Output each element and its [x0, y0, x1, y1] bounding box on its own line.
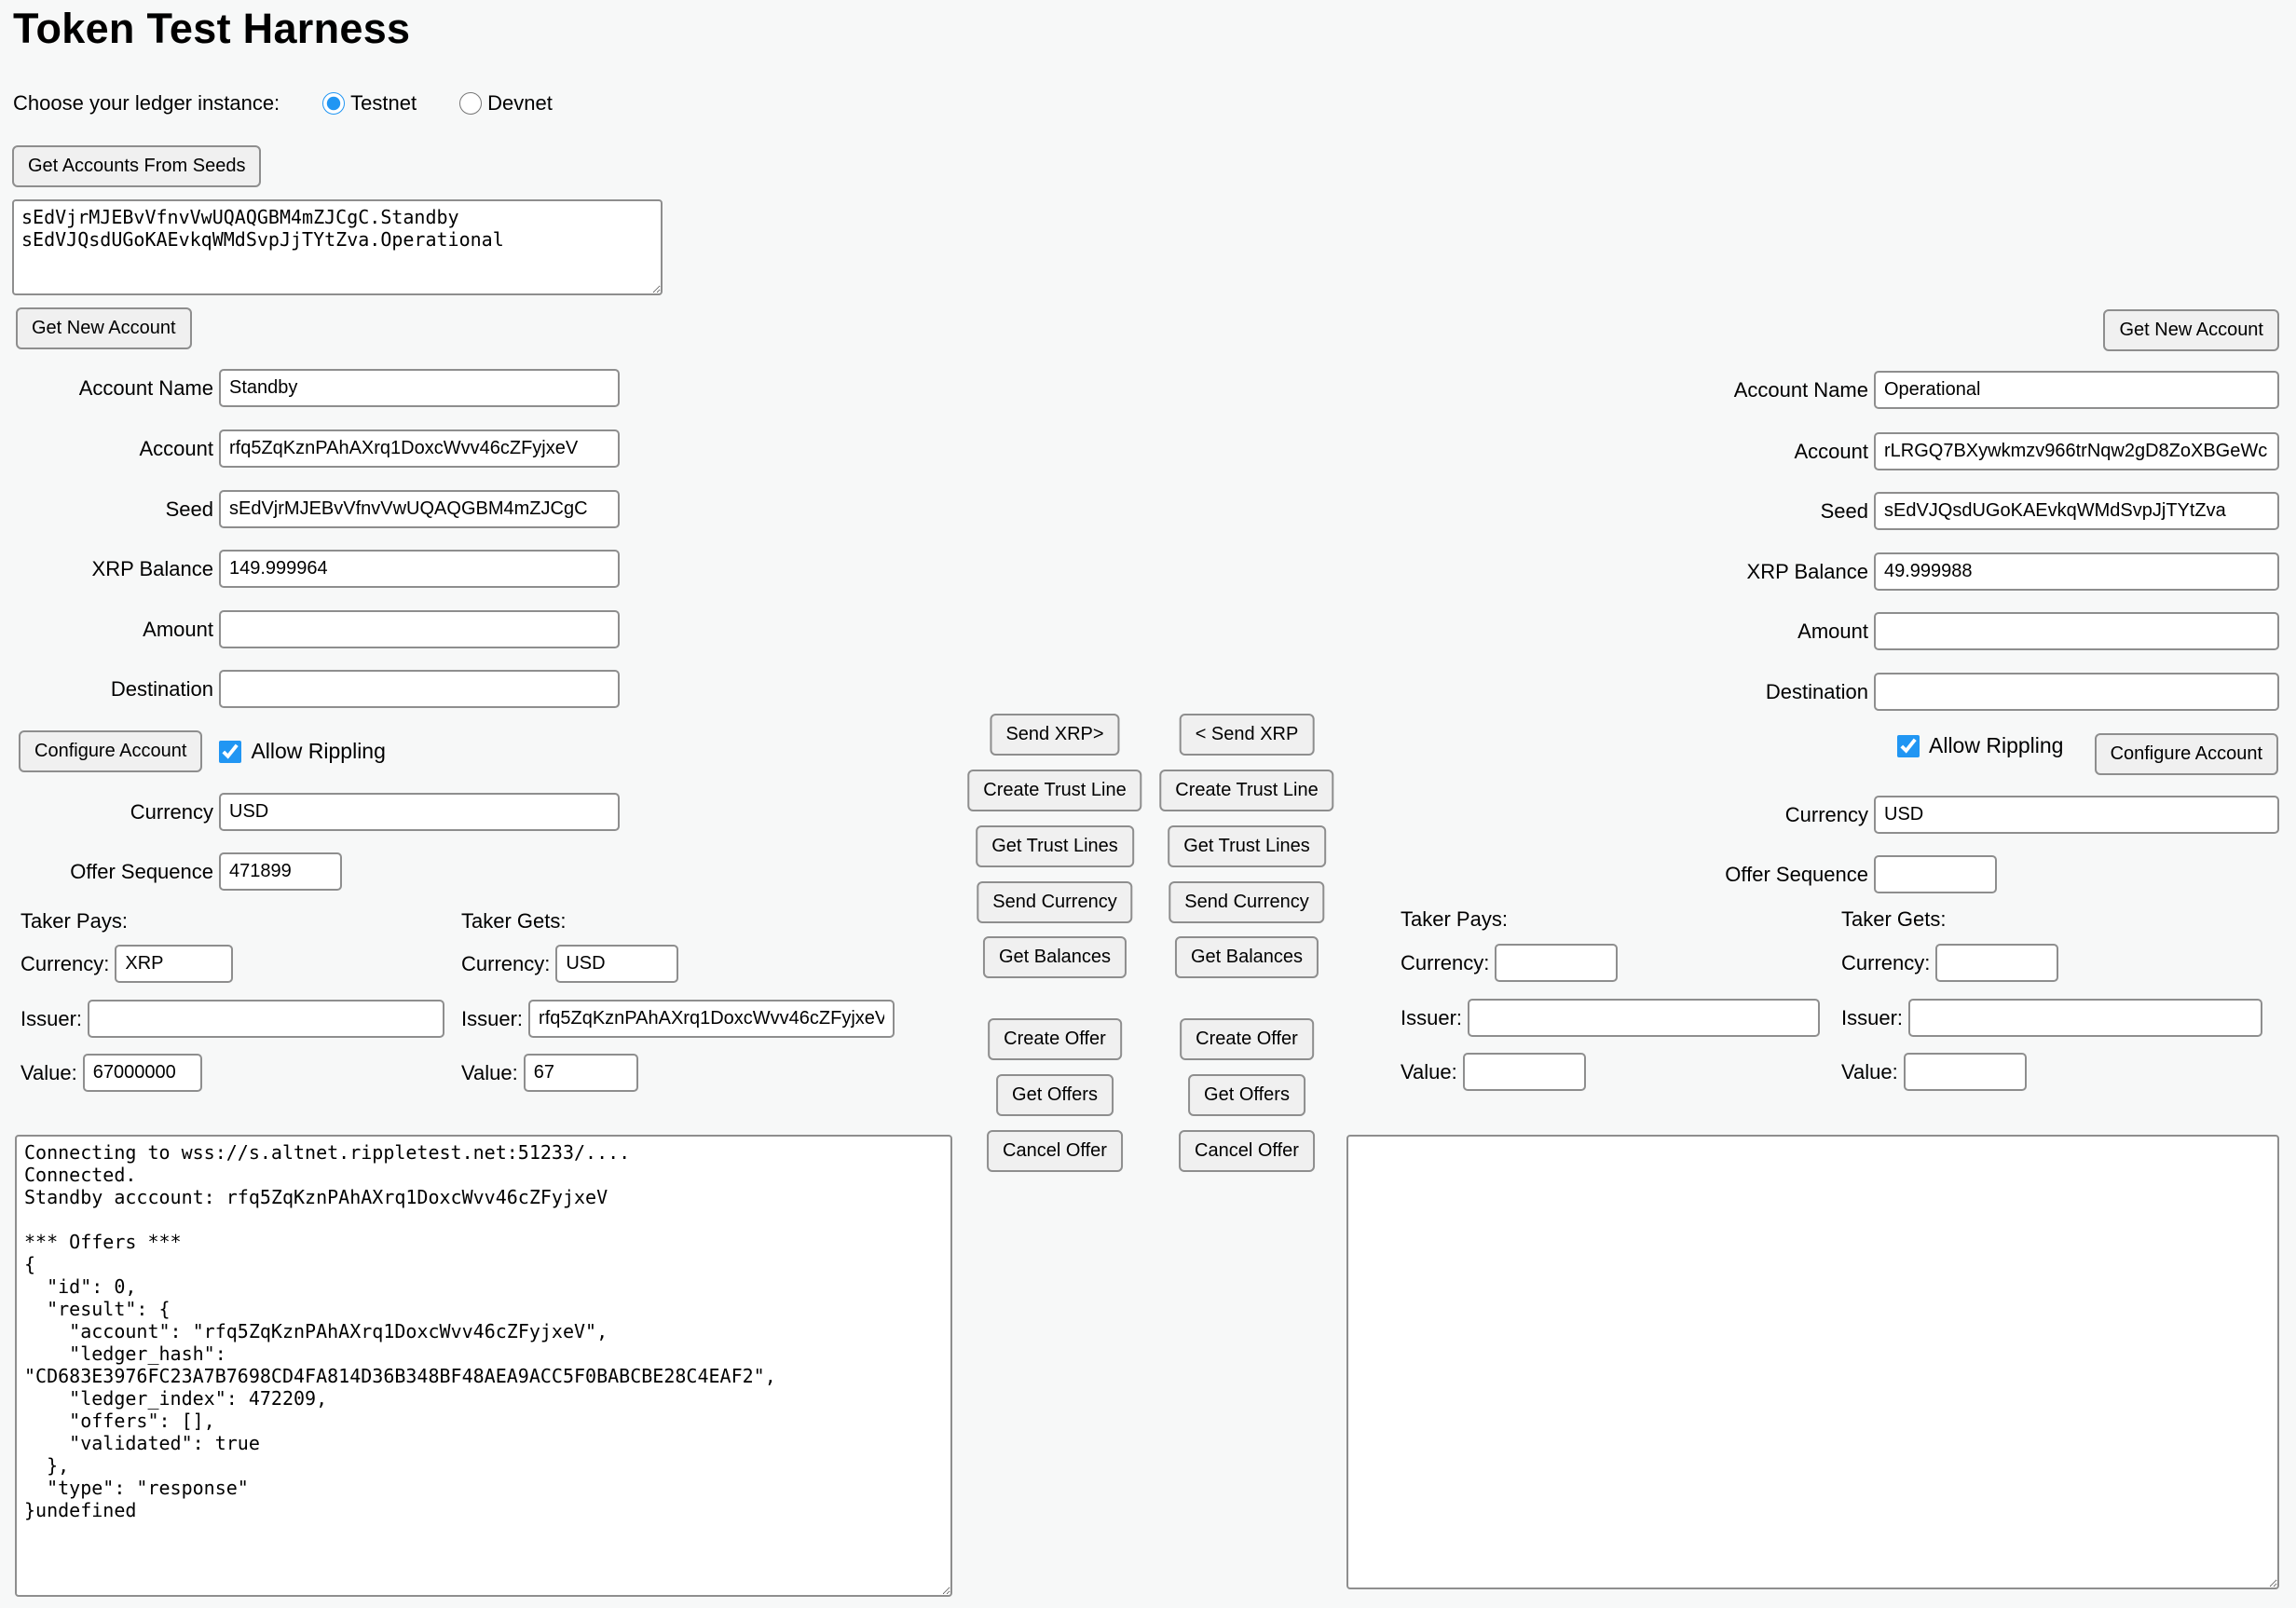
devnet-radio-label[interactable]: Devnet — [487, 91, 553, 116]
standby-seed-label: Seed — [13, 497, 213, 522]
operational-taker-gets-currency-label: Currency: — [1841, 951, 1930, 975]
operational-destination-label: Destination — [1668, 680, 1868, 704]
operational-get-new-account-button[interactable]: Get New Account — [2103, 309, 2279, 351]
standby-taker-pays-heading: Taker Pays: — [20, 909, 128, 933]
standby-create-offer-button[interactable]: Create Offer — [988, 1018, 1122, 1060]
operational-taker-gets-issuer-label: Issuer: — [1841, 1006, 1903, 1030]
standby-taker-gets-issuer-input[interactable] — [528, 1000, 895, 1038]
standby-currency-label: Currency — [13, 800, 213, 824]
standby-offer-sequence-input[interactable] — [219, 852, 342, 891]
operational-send-currency-button[interactable]: Send Currency — [1168, 881, 1324, 923]
token-test-harness-page: Token Test Harness Choose your ledger in… — [0, 0, 2296, 1608]
operational-get-balances-button[interactable]: Get Balances — [1175, 936, 1319, 978]
operational-allow-rippling-checkbox[interactable] — [1897, 735, 1920, 757]
operational-taker-gets-issuer-input[interactable] — [1908, 999, 2262, 1037]
standby-configure-account-button[interactable]: Configure Account — [19, 730, 202, 772]
standby-taker-pays-currency-label: Currency: — [20, 952, 109, 976]
standby-create-trust-line-button[interactable]: Create Trust Line — [967, 770, 1141, 811]
operational-taker-gets-currency-input[interactable] — [1935, 944, 2058, 982]
standby-taker-pays-issuer-input[interactable] — [88, 1000, 444, 1038]
standby-account-input[interactable] — [219, 429, 620, 468]
operational-xrp-balance-label: XRP Balance — [1668, 560, 1868, 584]
standby-taker-gets-value-label: Value: — [461, 1061, 518, 1085]
standby-xrp-balance-input[interactable] — [219, 550, 620, 588]
standby-get-new-account-button[interactable]: Get New Account — [16, 307, 192, 349]
ledger-instance-label: Choose your ledger instance: — [13, 91, 280, 116]
standby-results-textarea[interactable]: Connecting to wss://s.altnet.rippletest.… — [15, 1135, 952, 1597]
standby-cancel-offer-button[interactable]: Cancel Offer — [987, 1130, 1123, 1172]
operational-create-trust-line-button[interactable]: Create Trust Line — [1159, 770, 1333, 811]
standby-offer-sequence-label: Offer Sequence — [13, 860, 213, 884]
operational-taker-pays-issuer-label: Issuer: — [1401, 1006, 1462, 1030]
standby-taker-gets-currency-input[interactable] — [555, 945, 678, 983]
standby-taker-gets-issuer-label: Issuer: — [461, 1007, 523, 1031]
operational-taker-gets-value-label: Value: — [1841, 1060, 1898, 1084]
operational-taker-pays-currency-input[interactable] — [1495, 944, 1618, 982]
operational-amount-input[interactable] — [1874, 612, 2279, 650]
standby-taker-pays-value-input[interactable] — [83, 1054, 202, 1092]
standby-allow-rippling-checkbox[interactable] — [219, 741, 241, 763]
testnet-radio-label[interactable]: Testnet — [350, 91, 417, 116]
standby-taker-pays-value-label: Value: — [20, 1061, 77, 1085]
operational-taker-pays-heading: Taker Pays: — [1401, 907, 1508, 932]
operational-send-xrp-button[interactable]: < Send XRP — [1180, 714, 1315, 756]
standby-amount-label: Amount — [13, 618, 213, 642]
operational-taker-pays-value-label: Value: — [1401, 1060, 1457, 1084]
seeds-textarea[interactable]: sEdVjrMJEBvVfnvVwUQAQGBM4mZJCgC.Standby … — [12, 199, 663, 295]
operational-account-input[interactable] — [1874, 432, 2279, 470]
standby-seed-input[interactable] — [219, 490, 620, 528]
operational-currency-input[interactable] — [1874, 796, 2279, 834]
operational-taker-pays-value-input[interactable] — [1463, 1053, 1586, 1091]
operational-account-name-input[interactable] — [1874, 371, 2279, 409]
standby-taker-gets-value-input[interactable] — [524, 1054, 638, 1092]
operational-taker-gets-heading: Taker Gets: — [1841, 907, 1946, 932]
standby-amount-input[interactable] — [219, 610, 620, 648]
operational-account-label: Account — [1668, 440, 1868, 464]
standby-destination-label: Destination — [13, 677, 213, 702]
operational-currency-label: Currency — [1668, 803, 1868, 827]
standby-allow-rippling-label: Allow Rippling — [251, 739, 385, 764]
standby-taker-pays-issuer-label: Issuer: — [20, 1007, 82, 1031]
operational-offer-sequence-input[interactable] — [1874, 855, 1997, 893]
operational-account-name-label: Account Name — [1668, 378, 1868, 402]
operational-results-textarea[interactable] — [1346, 1135, 2279, 1589]
standby-taker-gets-currency-label: Currency: — [461, 952, 550, 976]
operational-get-offers-button[interactable]: Get Offers — [1188, 1074, 1305, 1116]
operational-configure-account-button[interactable]: Configure Account — [2095, 733, 2278, 775]
ledger-chooser: Choose your ledger instance: Testnet Dev… — [13, 88, 553, 119]
operational-get-trust-lines-button[interactable]: Get Trust Lines — [1168, 825, 1326, 867]
standby-destination-input[interactable] — [219, 670, 620, 708]
get-accounts-from-seeds-button[interactable]: Get Accounts From Seeds — [12, 145, 261, 187]
operational-amount-label: Amount — [1668, 620, 1868, 644]
operational-allow-rippling-label: Allow Rippling — [1929, 733, 2063, 758]
standby-xrp-balance-label: XRP Balance — [13, 557, 213, 581]
standby-allow-rippling-group: Allow Rippling — [219, 739, 385, 764]
standby-get-balances-button[interactable]: Get Balances — [983, 936, 1127, 978]
page-title: Token Test Harness — [13, 0, 410, 58]
operational-taker-pays-currency-label: Currency: — [1401, 951, 1489, 975]
operational-xrp-balance-input[interactable] — [1874, 552, 2279, 591]
standby-currency-input[interactable] — [219, 793, 620, 831]
devnet-radio[interactable] — [459, 92, 482, 115]
standby-send-xrp-button[interactable]: Send XRP> — [990, 714, 1119, 756]
standby-account-label: Account — [13, 437, 213, 461]
standby-taker-pays-currency-input[interactable] — [115, 945, 233, 983]
standby-account-name-input[interactable] — [219, 369, 620, 407]
testnet-radio[interactable] — [322, 92, 345, 115]
operational-offer-sequence-label: Offer Sequence — [1668, 863, 1868, 887]
standby-taker-gets-heading: Taker Gets: — [461, 909, 566, 933]
standby-get-trust-lines-button[interactable]: Get Trust Lines — [976, 825, 1134, 867]
operational-cancel-offer-button[interactable]: Cancel Offer — [1179, 1130, 1315, 1172]
operational-taker-pays-issuer-input[interactable] — [1468, 999, 1820, 1037]
operational-seed-input[interactable] — [1874, 492, 2279, 530]
standby-get-offers-button[interactable]: Get Offers — [996, 1074, 1114, 1116]
standby-account-name-label: Account Name — [13, 376, 213, 401]
operational-taker-gets-value-input[interactable] — [1904, 1053, 2027, 1091]
operational-seed-label: Seed — [1668, 499, 1868, 524]
operational-create-offer-button[interactable]: Create Offer — [1180, 1018, 1314, 1060]
standby-send-currency-button[interactable]: Send Currency — [977, 881, 1132, 923]
operational-destination-input[interactable] — [1874, 673, 2279, 711]
